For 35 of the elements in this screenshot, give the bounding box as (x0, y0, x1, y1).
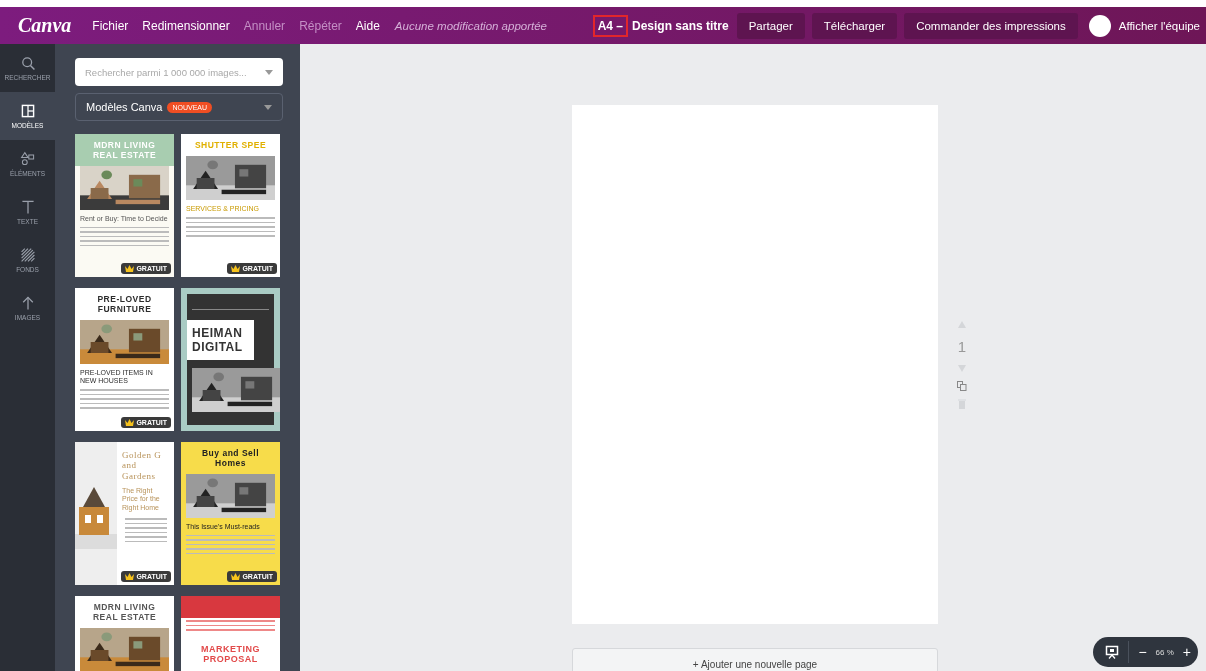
layout-icon (19, 103, 36, 119)
caret-icon (264, 104, 272, 110)
save-status: Aucune modification apportée (394, 19, 547, 32)
zoom-level: 66 % (1155, 647, 1174, 657)
document-title[interactable]: Design sans titre (632, 18, 729, 33)
page-number: 1 (957, 338, 967, 355)
menu-item[interactable]: Aide (348, 14, 387, 37)
presentation-icon[interactable] (1105, 645, 1120, 659)
toolbar-button[interactable]: Partager (736, 12, 805, 39)
template-heading: HEIMAN DIGITAL (187, 320, 254, 361)
text-icon (19, 199, 36, 215)
hatch-icon (19, 247, 36, 263)
search-field[interactable]: Rechercher parmi 1 000 000 images... (75, 58, 283, 86)
template-heading: Golden G and Gardens (121, 449, 163, 483)
zoom-in-button[interactable]: + (1182, 644, 1191, 660)
template-heading: MDRN LIVING REAL ESTATE (75, 134, 174, 166)
shapes-icon (19, 151, 36, 167)
copy-icon[interactable] (957, 381, 967, 391)
template-thumbnail[interactable]: MARKETING PROPOSAL (181, 596, 280, 671)
menu-item[interactable]: Redimensionner (135, 14, 237, 37)
template-thumbnail[interactable]: HEIMAN DIGITAL (181, 288, 280, 431)
search-icon (19, 55, 36, 71)
add-page-button[interactable]: + Ajouter une nouvelle page (572, 648, 938, 671)
template-thumbnail[interactable]: MDRN LIVING REAL ESTATE (75, 596, 174, 671)
team-link[interactable]: Afficher l'équipe (1118, 19, 1200, 32)
caret-icon (265, 70, 273, 75)
zoom-out-button[interactable]: − (1138, 644, 1147, 660)
toolbar-button[interactable]: Commander des impressions (904, 12, 1078, 39)
menu-item[interactable]: Fichier (85, 14, 136, 37)
document-size: A4 – (592, 14, 628, 37)
logo: Canva (18, 14, 72, 37)
avatar[interactable] (1088, 14, 1111, 37)
category-label: Modèles Canva (86, 101, 163, 113)
toolbar-button[interactable]: Télécharger (811, 12, 898, 39)
template-heading: MARKETING PROPOSAL (200, 642, 261, 666)
